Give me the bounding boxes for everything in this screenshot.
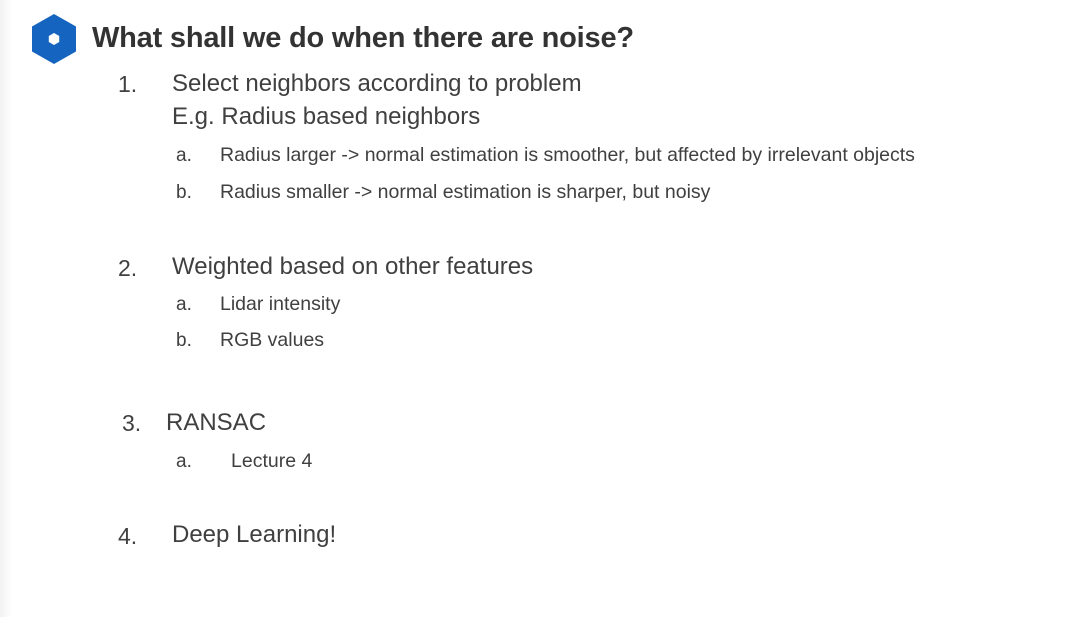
item-number: 2. xyxy=(118,255,138,281)
item-number: 1. xyxy=(118,71,138,97)
item-number: 3. xyxy=(122,410,142,436)
subitem-text: Radius larger -> normal estimation is sm… xyxy=(220,144,915,166)
subitem-letter: b. xyxy=(176,182,192,203)
item-text: Select neighbors according to problem xyxy=(172,70,582,97)
item-number: 4. xyxy=(118,523,138,549)
slide-title: What shall we do when there are noise? xyxy=(92,22,634,54)
subitem-text: Radius smaller -> normal estimation is s… xyxy=(220,181,711,203)
subitem-text: Lidar intensity xyxy=(220,293,341,315)
subitem-letter: a. xyxy=(176,145,192,166)
subitem-text: Lecture 4 xyxy=(231,450,313,472)
hexagon-bullet-icon xyxy=(28,13,80,65)
subitem-letter: a. xyxy=(176,451,192,472)
item-text-line-2: E.g. Radius based neighbors xyxy=(172,103,481,130)
left-edge-shade xyxy=(0,0,12,617)
item-text: RANSAC xyxy=(166,409,267,436)
subitem-letter: a. xyxy=(176,294,192,315)
subitem-text: RGB values xyxy=(220,329,325,351)
item-text: Deep Learning! xyxy=(172,521,337,548)
item-text: Weighted based on other features xyxy=(172,253,534,280)
subitem-letter: b. xyxy=(176,330,192,351)
